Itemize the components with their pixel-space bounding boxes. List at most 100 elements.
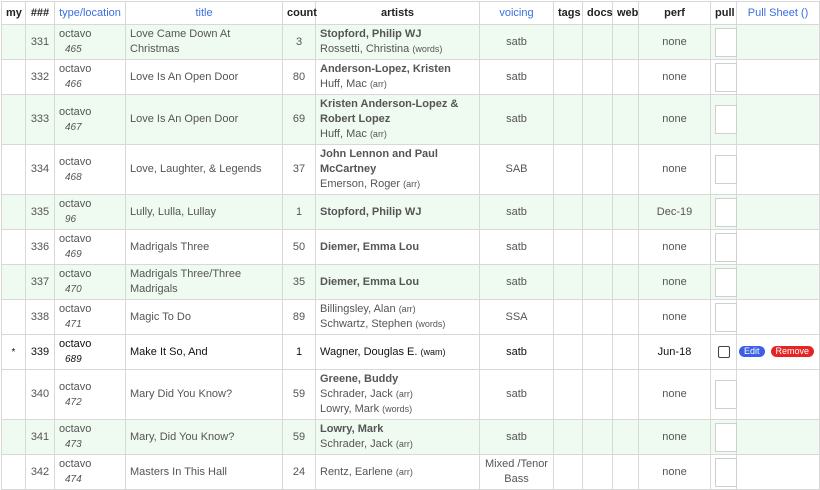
table-row: 342 octavo 474 Masters In This Hall 24 Rentz,… bbox=[1, 454, 820, 490]
pull-box[interactable] bbox=[715, 457, 737, 487]
col-title-link[interactable]: title bbox=[125, 1, 283, 25]
docs-cell bbox=[582, 369, 613, 420]
pull-box[interactable] bbox=[715, 62, 737, 92]
table-row: 334 octavo 468 Love, Laughter, & Legends 37 J… bbox=[1, 144, 820, 195]
artist-name: Emerson, Roger bbox=[320, 178, 401, 190]
location-number: 96 bbox=[65, 214, 77, 225]
pull-box[interactable] bbox=[715, 197, 737, 227]
docs-cell bbox=[582, 419, 613, 455]
tags-cell bbox=[553, 264, 583, 300]
edit-button[interactable]: Edit bbox=[739, 346, 765, 358]
perf-cell[interactable]: Jun-18 bbox=[638, 334, 711, 370]
tags-cell bbox=[553, 334, 583, 370]
my-marker bbox=[1, 59, 26, 95]
my-marker bbox=[1, 454, 26, 490]
artist-entry: Billingsley, Alan (arr) bbox=[320, 302, 475, 317]
tags-cell bbox=[553, 144, 583, 195]
pull-box[interactable] bbox=[715, 232, 737, 262]
pull-cell bbox=[710, 194, 737, 230]
count-cell: 80 bbox=[282, 59, 316, 95]
artist-name: Billingsley, Alan bbox=[320, 303, 396, 315]
count-cell: 59 bbox=[282, 419, 316, 455]
artist-role: (arr) bbox=[398, 304, 416, 314]
perf-cell: none bbox=[638, 59, 711, 95]
col-tags: tags bbox=[553, 1, 583, 25]
pull-box[interactable] bbox=[715, 155, 737, 184]
col-voicing-link[interactable]: voicing bbox=[479, 1, 554, 25]
table-row: 332 octavo 466 Love Is An Open Door 80 Anders… bbox=[1, 59, 820, 95]
artists-cell: John Lennon and Paul McCartney Emerson, R… bbox=[315, 144, 480, 195]
table-row: 338 octavo 471 Magic To Do 89 Billingsley, Al… bbox=[1, 299, 820, 335]
count-cell: 89 bbox=[282, 299, 316, 335]
artists-cell: Rentz, Earlene (arr) bbox=[315, 454, 480, 490]
artist-entry: Stopford, Philip WJ bbox=[320, 205, 475, 220]
type-location-cell: octavo 465 bbox=[54, 24, 126, 60]
voicing-cell: satb bbox=[479, 369, 554, 420]
col-perf: perf bbox=[638, 1, 711, 25]
col-type-location-link[interactable]: type/location bbox=[54, 1, 126, 25]
type-location-cell: octavo 468 bbox=[54, 144, 126, 195]
type-text: octavo bbox=[59, 268, 92, 280]
remove-button[interactable]: Remove bbox=[770, 346, 815, 358]
col-count: count bbox=[282, 1, 317, 25]
location-number: 465 bbox=[65, 44, 82, 55]
artist-name: Rossetti, Christina bbox=[320, 43, 410, 55]
artists-cell: Greene, Buddy Schrader, Jack (arr) Lowry, … bbox=[315, 369, 480, 420]
artist-name: Schrader, Jack bbox=[320, 388, 393, 400]
perf-cell: none bbox=[638, 144, 711, 195]
docs-cell bbox=[582, 94, 613, 145]
artist-name: Kristen Anderson-Lopez & Robert Lopez bbox=[320, 98, 459, 125]
pull-cell bbox=[710, 454, 737, 490]
pull-cell bbox=[710, 369, 737, 420]
col-docs: docs bbox=[582, 1, 613, 25]
artist-role: (words) bbox=[412, 44, 443, 54]
type-text: octavo bbox=[59, 233, 92, 245]
artists-cell: Stopford, Philip WJ bbox=[315, 194, 480, 230]
docs-cell bbox=[582, 24, 613, 60]
pull-cell bbox=[710, 299, 737, 335]
artists-cell: Diemer, Emma Lou bbox=[315, 264, 480, 300]
pull-cell bbox=[710, 24, 737, 60]
pull-box[interactable] bbox=[715, 302, 737, 332]
my-marker bbox=[1, 229, 26, 265]
artist-name: Rentz, Earlene bbox=[320, 465, 393, 478]
artist-role: (arr) bbox=[395, 389, 413, 399]
pull-box[interactable] bbox=[715, 267, 737, 297]
title-cell: Madrigals Three bbox=[125, 229, 283, 265]
tags-cell bbox=[553, 419, 583, 455]
row-number: 339 bbox=[25, 334, 55, 370]
row-number: 338 bbox=[25, 299, 55, 335]
type-text: octavo bbox=[59, 458, 92, 470]
pull-box[interactable] bbox=[715, 380, 737, 409]
artist-entry: Kristen Anderson-Lopez & Robert Lopez bbox=[320, 97, 475, 127]
voicing-cell: satb bbox=[479, 419, 554, 455]
artist-entry: Emerson, Roger (arr) bbox=[320, 177, 475, 192]
perf-cell: none bbox=[638, 454, 711, 490]
pull-sheet-link[interactable]: Pull Sheet () bbox=[736, 1, 820, 25]
artist-name: Wagner, Douglas E. bbox=[320, 345, 418, 358]
title-cell: Mary Did You Know? bbox=[125, 369, 283, 420]
web-cell bbox=[612, 194, 639, 230]
web-cell bbox=[612, 229, 639, 265]
artists-cell: Diemer, Emma Lou bbox=[315, 229, 480, 265]
location-number: 468 bbox=[65, 171, 82, 183]
artist-name: John Lennon and Paul McCartney bbox=[320, 148, 438, 175]
voicing-cell: satb bbox=[479, 59, 554, 95]
tags-cell bbox=[553, 24, 583, 60]
artist-name: Greene, Buddy bbox=[320, 373, 399, 385]
pull-checkbox[interactable] bbox=[717, 345, 730, 358]
pull-box[interactable] bbox=[715, 27, 737, 57]
title-cell: Madrigals Three/Three Madrigals bbox=[125, 264, 283, 300]
voicing-cell: SSA bbox=[479, 299, 554, 335]
type-location-cell: octavo 469 bbox=[54, 229, 126, 265]
pull-box[interactable] bbox=[715, 422, 737, 452]
actions-cell bbox=[736, 369, 820, 420]
web-cell bbox=[612, 94, 639, 145]
voicing-cell: satb bbox=[479, 94, 554, 145]
pull-box[interactable] bbox=[715, 105, 737, 134]
my-marker bbox=[1, 369, 26, 420]
docs-cell bbox=[582, 264, 613, 300]
voicing-cell: satb bbox=[479, 334, 554, 370]
type-text: octavo bbox=[59, 303, 92, 315]
my-marker bbox=[1, 264, 26, 300]
